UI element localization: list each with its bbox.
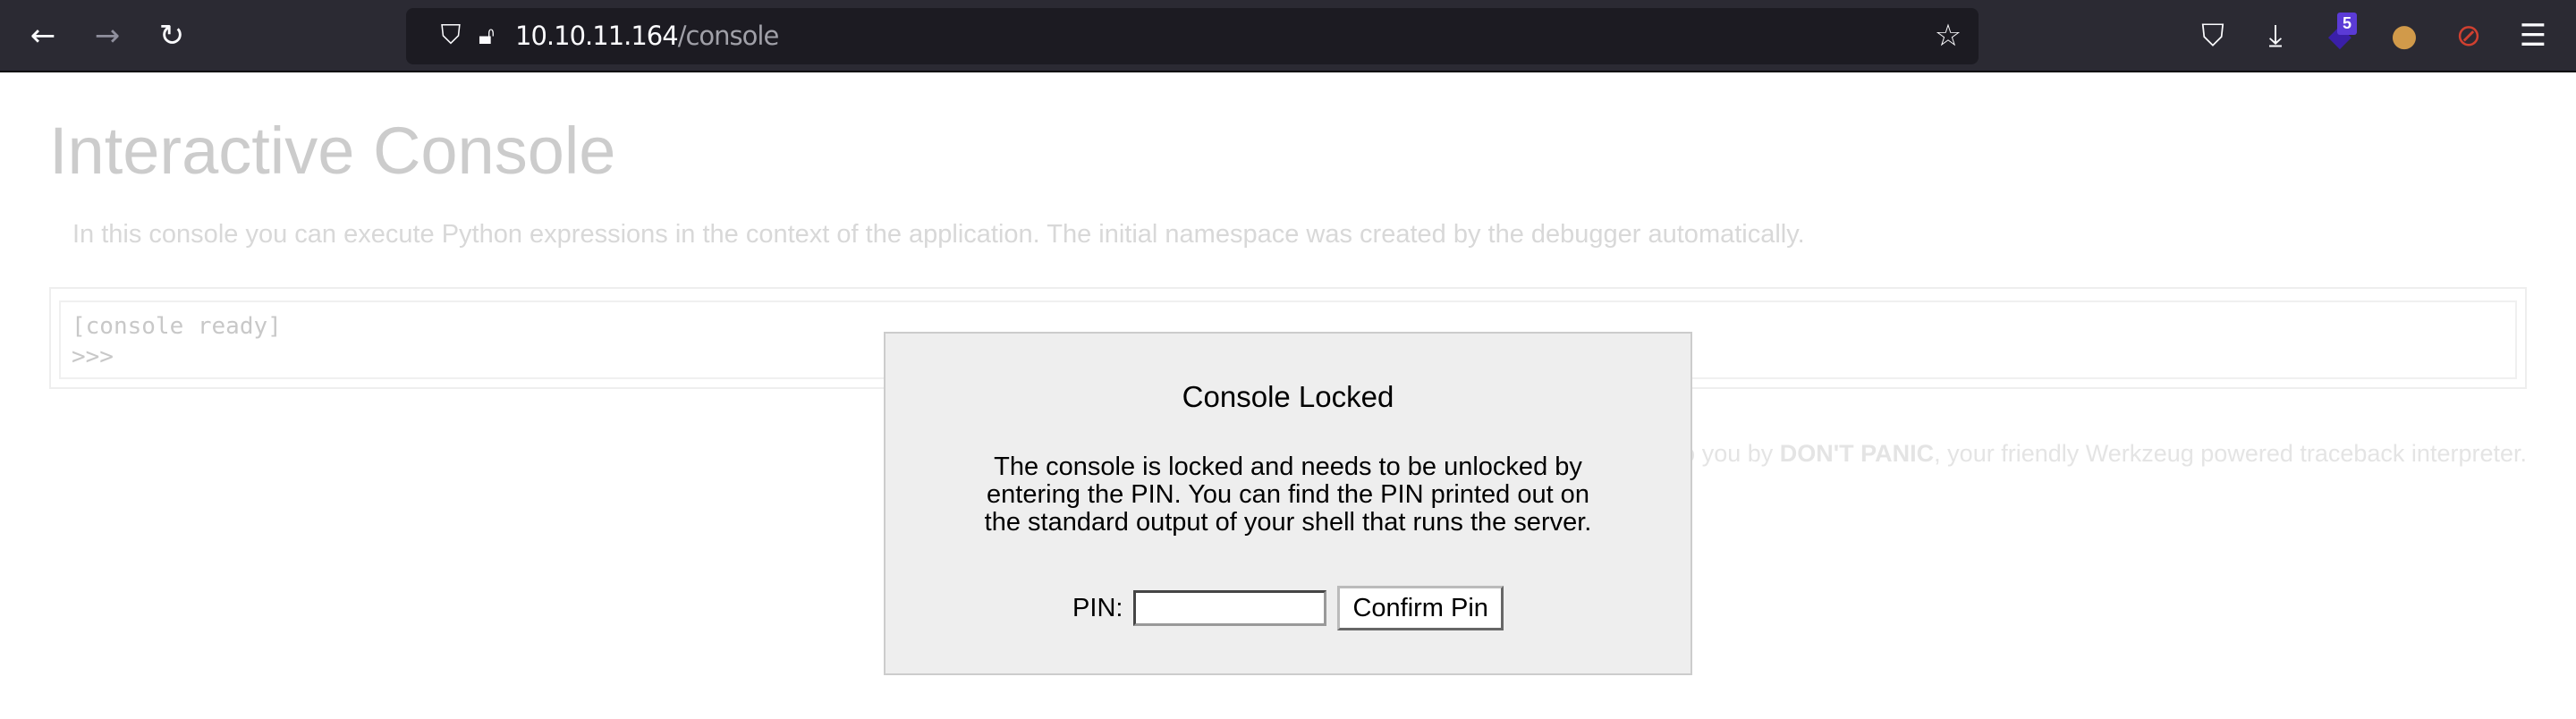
url-path: /console xyxy=(677,21,780,51)
insecure-lock-icon[interactable]: 🔓︎ xyxy=(469,18,504,54)
extension-badge: 5 xyxy=(2337,13,2358,35)
url-text[interactable]: 10.10.11.164/console xyxy=(515,21,780,51)
confirm-pin-button[interactable]: Confirm Pin xyxy=(1337,586,1504,630)
dialog-title: Console Locked xyxy=(1182,380,1394,413)
pin-label: PIN: xyxy=(1072,593,1123,622)
star-icon[interactable]: ☆ xyxy=(1930,18,1966,54)
menu-icon[interactable]: ☰ xyxy=(2515,18,2551,54)
shield-icon[interactable]: ⛉ xyxy=(433,18,469,54)
dialog-message: The console is locked and needs to be un… xyxy=(984,453,1592,537)
console-locked-dialog: Console Locked The console is locked and… xyxy=(884,332,1692,675)
page-title: Interactive Console xyxy=(49,114,616,188)
intro-text: In this console you can execute Python e… xyxy=(72,220,1805,249)
cookie-icon[interactable]: ● xyxy=(2386,18,2422,54)
reload-icon[interactable]: ↻ xyxy=(154,18,190,54)
footer-text: Brought to you by DON'T PANIC, your frie… xyxy=(1584,440,2527,468)
pin-row: PIN: Confirm Pin xyxy=(886,586,1690,630)
footer-bold: DON'T PANIC xyxy=(1779,440,1935,467)
blocker-icon[interactable]: ⊘ xyxy=(2451,18,2487,54)
pin-input[interactable] xyxy=(1133,590,1327,626)
download-icon[interactable]: ⤓ xyxy=(2258,18,2293,54)
footer-suffix: , your friendly Werkzeug powered traceba… xyxy=(1934,440,2527,467)
pocket-icon[interactable]: ⛉ xyxy=(2195,18,2231,54)
back-icon[interactable]: ← xyxy=(25,18,61,54)
url-host: 10.10.11.164 xyxy=(515,21,679,51)
browser-toolbar: ← → ↻ ⛉ 🔓︎ 10.10.11.164/console ☆ ⛉ ⤓ ◆ … xyxy=(0,0,2576,72)
url-bar[interactable]: ⛉ 🔓︎ 10.10.11.164/console ☆ xyxy=(406,8,1979,64)
forward-icon[interactable]: → xyxy=(89,18,125,54)
